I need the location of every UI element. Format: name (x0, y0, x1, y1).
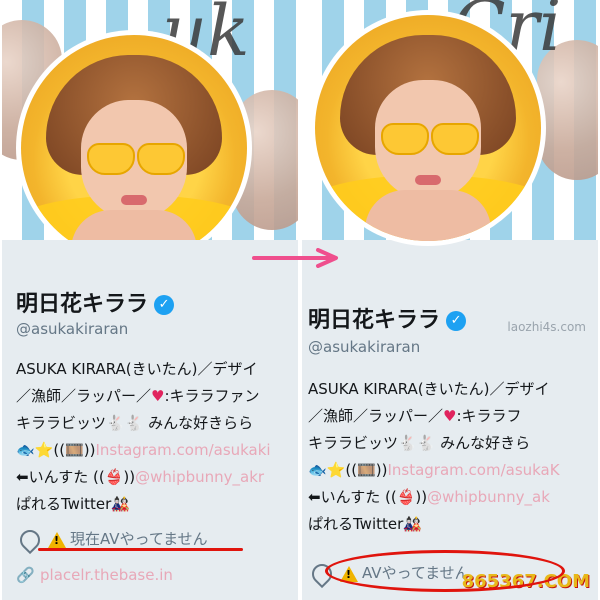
bio-line-suffix: :キララフ (456, 407, 522, 425)
bio-line-suffix: :キララファン (164, 387, 260, 405)
avatar-sunglasses-left (87, 143, 135, 175)
bio-line: キララビッツ🐇🐇 みんな好きらら (16, 414, 254, 432)
bio-line-text: ⬅いんすた ((👙)) (16, 468, 136, 486)
display-name: 明日花キララ ✓ (16, 286, 175, 318)
bio-line: ⬅いんすた ((👙))@whipbunny_ak (308, 484, 560, 511)
bio-line-text: 🐟⭐((🎞️)) (16, 441, 96, 459)
link-icon: 🔗 (16, 566, 35, 584)
twitter-mention-link[interactable]: @whipbunny_akr (135, 468, 264, 486)
avatar[interactable] (315, 15, 541, 241)
bio-line: ASUKA KIRARA(きいたん)／デザイ (16, 360, 258, 378)
verified-check-icon: ✓ (446, 311, 467, 331)
bio-line: ぱれるTwitter🎎 (16, 495, 130, 513)
display-name-text: 明日花キララ (308, 308, 441, 333)
location-text: 現在AVやってません (70, 530, 208, 548)
user-handle[interactable]: @asukakiraran (308, 338, 420, 356)
user-handle[interactable]: @asukakiraran (16, 320, 128, 338)
watermark-text: laozhi4s.com (507, 320, 586, 334)
bio-line: ⬅いんすた ((👙))@whipbunny_akr (16, 464, 271, 491)
twitter-mention-link[interactable]: @whipbunny_ak (427, 488, 550, 506)
avatar-sunglasses-left (381, 123, 429, 155)
bio-line: ASUKA KIRARA(きいたん)／デザイ (308, 380, 550, 398)
profile-panel-before: uk 明日花キララ ✓ @asukakiraran ASUKA KIRARA(きい… (2, 0, 298, 600)
bio-line-text: 🐟⭐((🎞️)) (308, 461, 388, 479)
avatar-sunglasses-right (431, 123, 479, 155)
display-name: 明日花キララ ✓ (308, 302, 467, 334)
profile-bio: ASUKA KIRARA(きいたん)／デザイ ／漁師／ラッパー／♥:キララファン… (16, 356, 271, 518)
website-link[interactable]: placelr.thebase.in (40, 566, 173, 584)
heart-icon: ♥ (151, 387, 165, 405)
avatar[interactable] (21, 35, 247, 261)
bio-line-text: ／漁師／ラッパー／ (308, 407, 444, 425)
bio-line: 🐟⭐((🎞️))Instagram.com/asukaK (308, 457, 560, 484)
instagram-link[interactable]: Instagram.com/asukaK (387, 461, 559, 479)
avatar-hands (365, 190, 491, 241)
avatar-lips (121, 195, 147, 205)
bio-line: 🐟⭐((🎞️))Instagram.com/asukaki (16, 437, 271, 464)
right-arrow-icon (252, 248, 338, 268)
instagram-link[interactable]: Instagram.com/asukaki (95, 441, 270, 459)
warning-icon (48, 531, 66, 548)
bio-line-text: ⬅いんすた ((👙)) (308, 488, 428, 506)
profile-location: 現在AVやってません (15, 525, 208, 554)
verified-check-icon: ✓ (154, 295, 175, 315)
display-name-text: 明日花キララ (16, 292, 149, 317)
profile-panel-after: Cri laozhi4s.com 明日花キララ ✓ @asukakiraran A… (302, 0, 598, 600)
red-oval-annotation (325, 550, 565, 592)
bio-line: ／漁師／ラッパー／♥:キララフ (308, 403, 560, 430)
heart-icon: ♥ (443, 407, 457, 425)
profile-website: 🔗 placelr.thebase.in (16, 566, 173, 584)
profile-bio: ASUKA KIRARA(きいたん)／デザイ ／漁師／ラッパー／♥:キララフ キ… (308, 376, 560, 538)
avatar-sunglasses-right (137, 143, 185, 175)
bio-line: キララビッツ🐇🐇 みんな好きら (308, 434, 531, 452)
red-underline-annotation (38, 548, 243, 551)
avatar-lips (415, 175, 441, 185)
bio-line-text: ／漁師／ラッパー／ (16, 387, 152, 405)
bio-line: ぱれるTwitter🎎 (308, 515, 422, 533)
bio-line: ／漁師／ラッパー／♥:キララファン (16, 383, 271, 410)
